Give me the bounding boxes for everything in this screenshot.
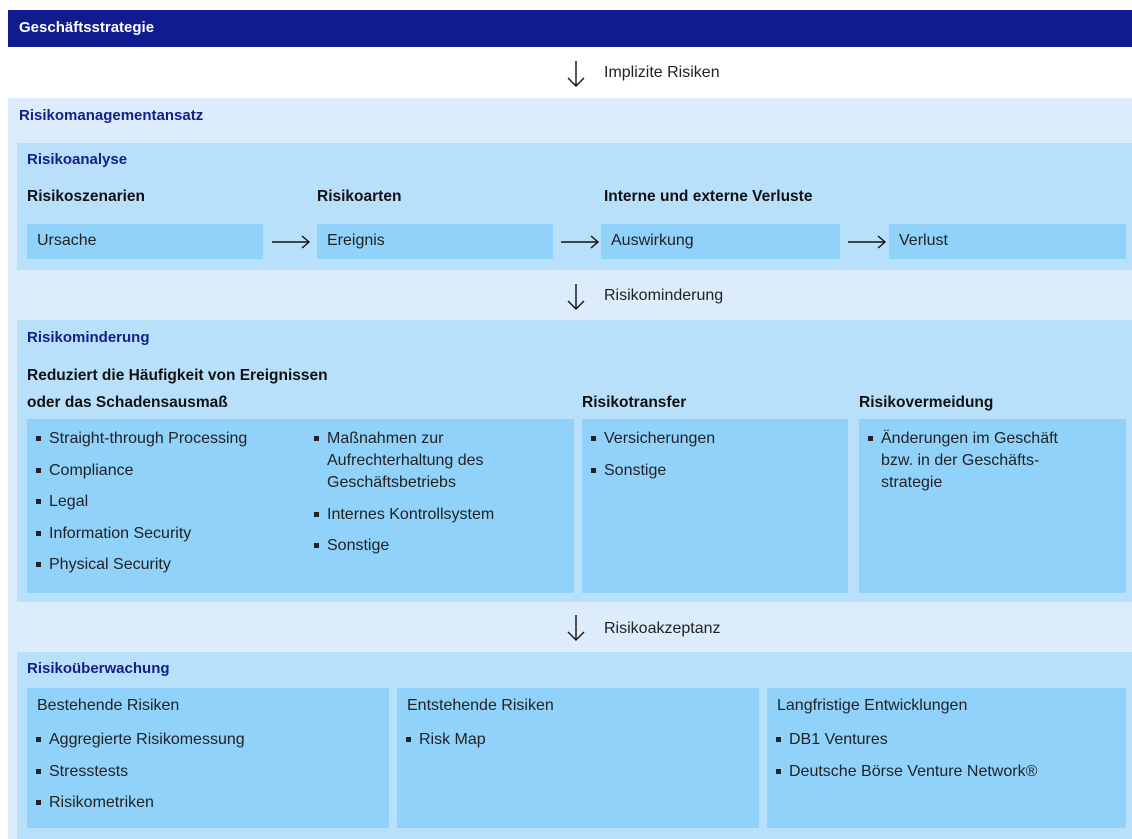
box-event: Ereignis bbox=[317, 224, 553, 259]
list-item: Physical Security bbox=[36, 554, 247, 576]
monitoring-col-heading: Entstehende Risiken bbox=[407, 697, 554, 714]
right-arrow-icon bbox=[848, 235, 887, 249]
list-item: Versicherungen bbox=[591, 428, 715, 450]
list-item: Maßnahmen zur Aufrechterhaltung des Gesc… bbox=[314, 428, 494, 494]
monitoring-col-emerging: Entstehende Risiken Risk Map bbox=[397, 688, 759, 828]
list-item: Information Security bbox=[36, 523, 247, 545]
box-cause: Ursache bbox=[27, 224, 263, 259]
down-arrow-icon bbox=[567, 284, 585, 310]
approach-title: Risikomanagementansatz bbox=[19, 107, 204, 124]
avoid-heading: Risikovermeidung bbox=[859, 394, 994, 411]
box-loss: Verlust bbox=[889, 224, 1126, 259]
analysis-header-losses: Interne und externe Verluste bbox=[604, 188, 813, 205]
longterm-list: DB1 Ventures Deutsche Börse Venture Netw… bbox=[776, 729, 1037, 792]
list-item: Straight-through Processing bbox=[36, 428, 247, 450]
avoid-list: Änderungen im Geschäft bzw. in der Gesch… bbox=[868, 428, 1058, 504]
analysis-title: Risikoanalyse bbox=[27, 151, 128, 168]
reduce-list-2: Maßnahmen zur Aufrechterhaltung des Gesc… bbox=[314, 428, 494, 567]
reduce-box: Straight-through Processing Compliance L… bbox=[27, 419, 574, 593]
reduce-list-1: Straight-through Processing Compliance L… bbox=[36, 428, 247, 586]
monitoring-col-heading: Bestehende Risiken bbox=[37, 697, 180, 714]
transfer-list: Versicherungen Sonstige bbox=[591, 428, 715, 491]
strategy-title: Geschäftsstrategie bbox=[19, 19, 155, 36]
flow-label-mitigation: Risikominderung bbox=[604, 287, 724, 304]
avoid-box: Änderungen im Geschäft bzw. in der Gesch… bbox=[859, 419, 1126, 593]
list-item: Compliance bbox=[36, 460, 247, 482]
right-arrow-icon bbox=[561, 235, 600, 249]
flow-label-acceptance: Risikoakzeptanz bbox=[604, 620, 721, 637]
flow-label-implicit: Implizite Risiken bbox=[604, 64, 720, 81]
analysis-header-types: Risikoarten bbox=[317, 188, 402, 205]
list-item: Deutsche Börse Venture Network® bbox=[776, 761, 1037, 783]
monitoring-col-longterm: Langfristige Entwicklungen DB1 Ventures … bbox=[767, 688, 1126, 828]
box-impact: Auswirkung bbox=[601, 224, 840, 259]
transfer-box: Versicherungen Sonstige bbox=[582, 419, 848, 593]
right-arrow-icon bbox=[272, 235, 311, 249]
reduce-heading-line1: Reduziert die Häufigkeit von Ereignissen bbox=[27, 367, 328, 384]
list-item: DB1 Ventures bbox=[776, 729, 1037, 751]
list-item: Änderungen im Geschäft bzw. in der Gesch… bbox=[868, 428, 1058, 494]
mitigation-title: Risikominderung bbox=[27, 329, 150, 346]
list-item: Internes Kontrollsystem bbox=[314, 504, 494, 526]
list-item: Sonstige bbox=[591, 460, 715, 482]
monitoring-col-existing: Bestehende Risiken Aggregierte Risikomes… bbox=[27, 688, 389, 828]
down-arrow-icon bbox=[567, 615, 585, 641]
list-item: Stresstests bbox=[36, 761, 245, 783]
monitoring-col-heading: Langfristige Entwicklungen bbox=[777, 697, 968, 714]
reduce-heading-line2: oder das Schadensausmaß bbox=[27, 394, 228, 411]
monitoring-title: Risikoüberwachung bbox=[27, 660, 170, 677]
list-item: Risikometriken bbox=[36, 792, 245, 814]
strategy-bar: Geschäftsstrategie bbox=[8, 10, 1132, 47]
down-arrow-icon bbox=[567, 61, 585, 87]
list-item: Sonstige bbox=[314, 535, 494, 557]
list-item: Aggregierte Risikomessung bbox=[36, 729, 245, 751]
list-item: Legal bbox=[36, 491, 247, 513]
list-item: Risk Map bbox=[406, 729, 486, 751]
existing-list: Aggregierte Risikomessung Stresstests Ri… bbox=[36, 729, 245, 824]
emerging-list: Risk Map bbox=[406, 729, 486, 761]
analysis-header-scenarios: Risikoszenarien bbox=[27, 188, 146, 205]
transfer-heading: Risikotransfer bbox=[582, 394, 687, 411]
